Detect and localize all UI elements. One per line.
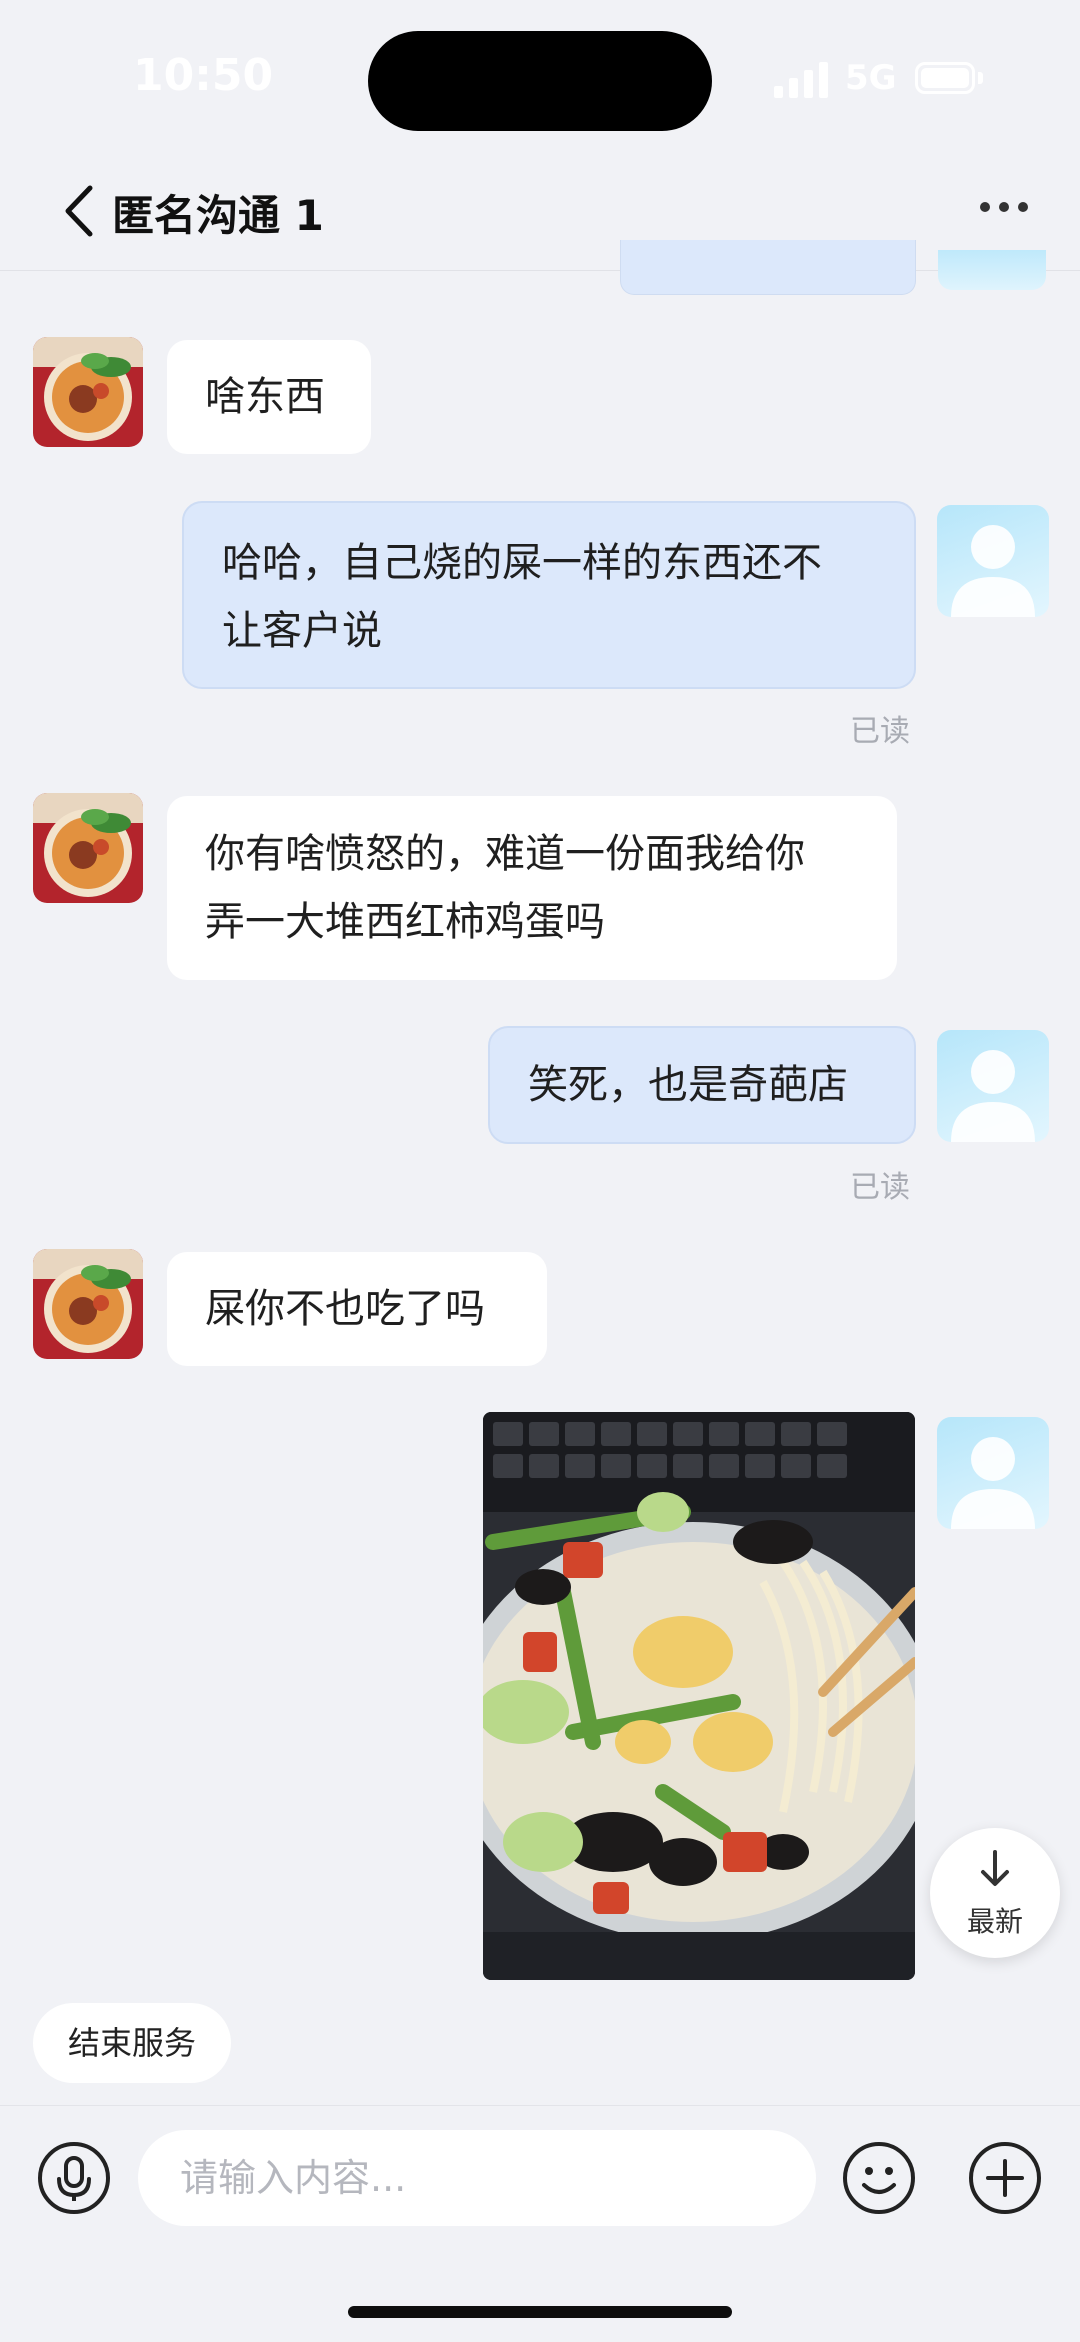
user-avatar[interactable] bbox=[937, 505, 1049, 617]
message-input[interactable] bbox=[138, 2130, 816, 2226]
partial-user-avatar bbox=[938, 250, 1046, 290]
message-bubble-incoming[interactable]: 啥东西 bbox=[167, 340, 371, 454]
shop-avatar[interactable] bbox=[33, 793, 143, 903]
emoji-icon[interactable] bbox=[842, 2141, 916, 2215]
chat-title: 匿名沟通 1 bbox=[112, 191, 324, 240]
message-bubble-incoming[interactable]: 屎你不也吃了吗 bbox=[167, 1252, 547, 1366]
status-time: 10:50 bbox=[133, 50, 274, 101]
message-text: 啥东西 bbox=[205, 374, 325, 420]
battery-icon bbox=[915, 62, 975, 94]
jump-latest-button[interactable]: 最新 bbox=[930, 1828, 1060, 1958]
message-bubble-incoming[interactable]: 你有啥愤怒的，难道一份面我给你 弄一大堆西红柿鸡蛋吗 bbox=[167, 796, 897, 980]
message-line: 你有啥愤怒的，难道一份面我给你 bbox=[205, 831, 805, 877]
signal-icon bbox=[774, 62, 830, 98]
end-service-button[interactable]: 结束服务 bbox=[33, 2003, 231, 2083]
dynamic-island bbox=[368, 31, 712, 131]
message-text: 笑死，也是奇葩店 bbox=[528, 1062, 848, 1108]
jump-latest-label: 最新 bbox=[966, 1905, 1023, 1938]
plus-icon[interactable] bbox=[968, 2141, 1042, 2215]
message-line: 让客户说 bbox=[222, 608, 382, 654]
message-bubble-outgoing[interactable]: 哈哈，自己烧的屎一样的东西还不 让客户说 bbox=[182, 501, 916, 689]
network-label: 5G bbox=[845, 58, 897, 98]
read-status: 已读 bbox=[850, 1170, 910, 1205]
back-chevron-icon[interactable] bbox=[60, 184, 100, 238]
arrow-down-icon bbox=[981, 1850, 1009, 1886]
home-indicator bbox=[348, 2306, 732, 2318]
message-line: 弄一大堆西红柿鸡蛋吗 bbox=[205, 899, 605, 945]
message-bubble-outgoing[interactable]: 笑死，也是奇葩店 bbox=[488, 1026, 916, 1144]
user-avatar[interactable] bbox=[937, 1030, 1049, 1142]
read-status: 已读 bbox=[850, 714, 910, 749]
user-avatar[interactable] bbox=[937, 1417, 1049, 1529]
message-line: 哈哈，自己烧的屎一样的东西还不 bbox=[222, 540, 822, 586]
battery-tip bbox=[978, 72, 983, 84]
more-icon[interactable] bbox=[980, 202, 1028, 214]
message-text: 屎你不也吃了吗 bbox=[205, 1286, 485, 1332]
shop-avatar[interactable] bbox=[33, 337, 143, 447]
shop-avatar[interactable] bbox=[33, 1249, 143, 1359]
message-image[interactable] bbox=[483, 1412, 915, 1980]
microphone-icon[interactable] bbox=[37, 2141, 111, 2215]
partial-message-bubble bbox=[620, 240, 916, 295]
